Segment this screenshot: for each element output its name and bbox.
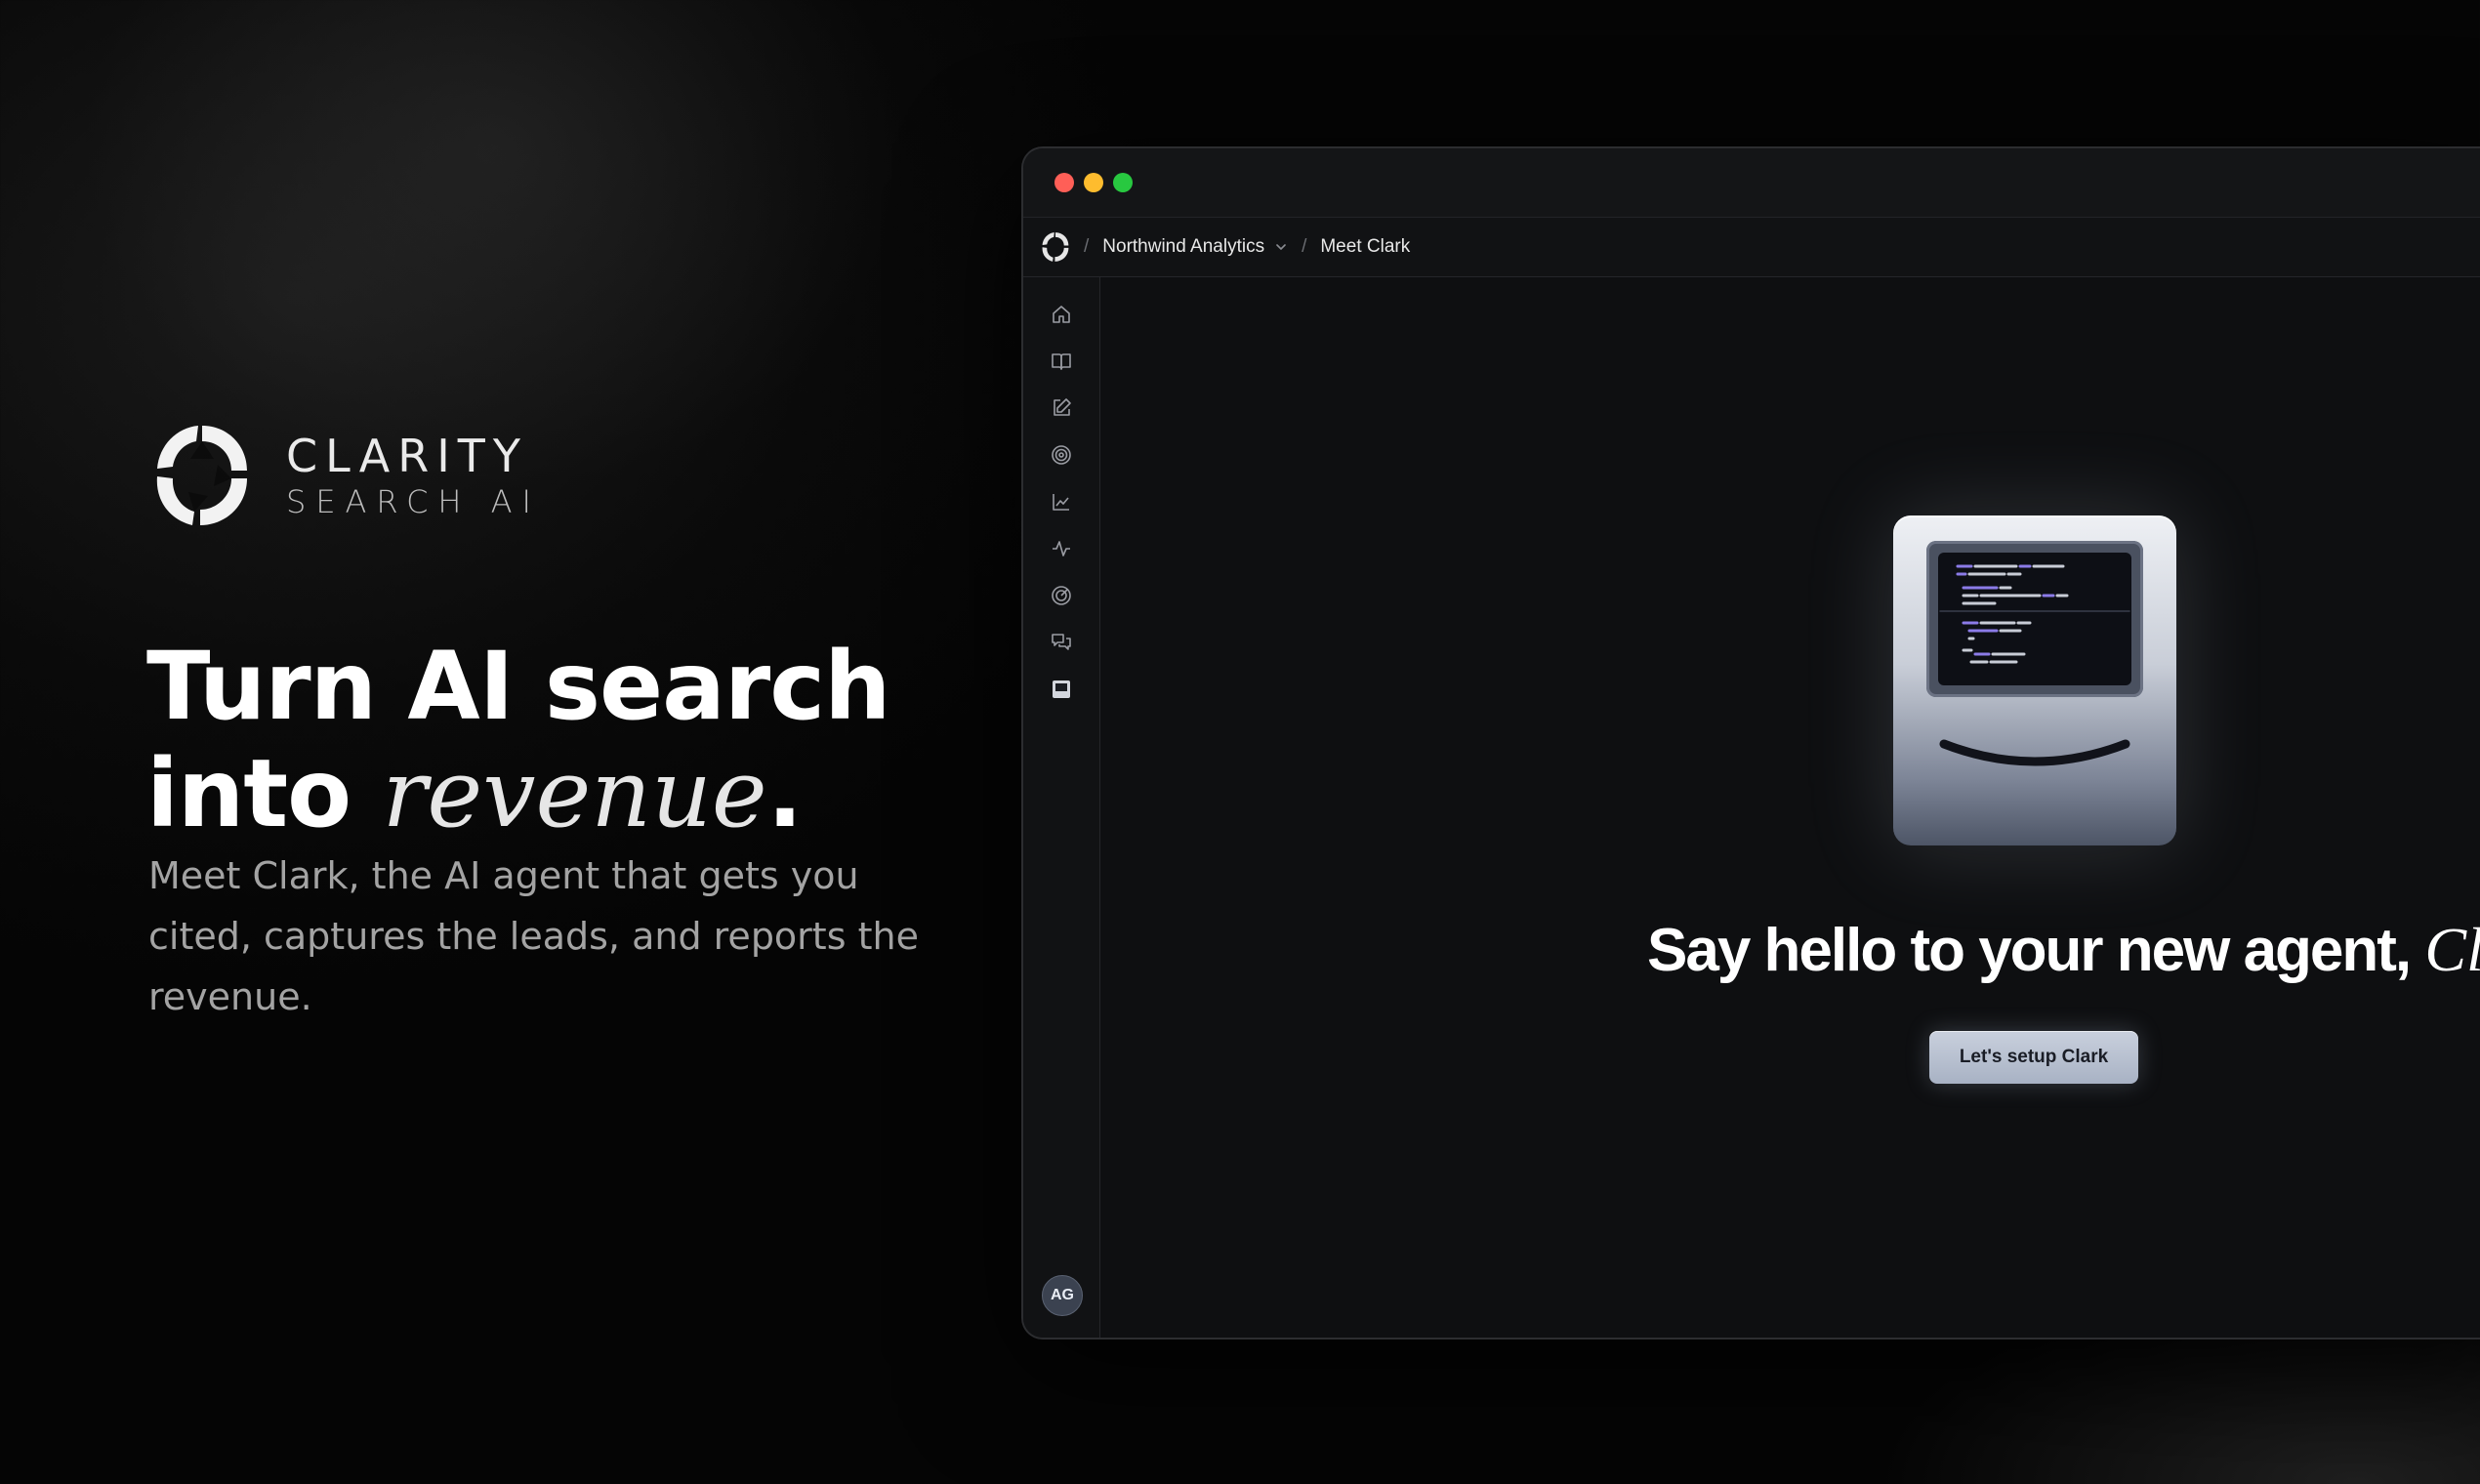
breadcrumb-separator: / xyxy=(1302,236,1307,257)
brand-tagline: SEARCH AI xyxy=(286,483,541,520)
breadcrumb-separator: / xyxy=(1084,236,1090,257)
chart-icon xyxy=(1053,494,1069,511)
headline-accent-word: revenue xyxy=(382,739,767,848)
messages-icon xyxy=(1052,634,1071,650)
sidebar-item-library[interactable] xyxy=(1050,350,1073,373)
sidebar: AG xyxy=(1023,277,1100,1338)
window-titlebar xyxy=(1023,148,2480,218)
app-logo-icon[interactable] xyxy=(1041,231,1070,263)
computer-screen xyxy=(1926,541,2143,697)
breadcrumb-current-page[interactable]: Meet Clark xyxy=(1320,236,1410,258)
minimize-window-button[interactable] xyxy=(1084,173,1103,192)
sidebar-item-activity[interactable] xyxy=(1050,537,1073,560)
clarity-logo-mark-icon xyxy=(156,426,247,525)
code-lines-icon xyxy=(1939,564,2130,664)
sidebar-item-agent[interactable] xyxy=(1050,678,1073,701)
home-icon xyxy=(1053,306,1070,323)
maximize-window-button[interactable] xyxy=(1113,173,1133,192)
sidebar-item-editor[interactable] xyxy=(1050,396,1073,420)
breadcrumb: / Northwind Analytics / Meet Clark xyxy=(1023,218,2480,277)
hero-title-agent-name: Clark xyxy=(2424,915,2480,984)
clark-computer-illustration xyxy=(1893,515,2176,845)
computer-screen-code xyxy=(1938,553,2131,685)
brand-name: CLARITY xyxy=(286,430,528,482)
avatar[interactable]: AG xyxy=(1042,1275,1083,1316)
sidebar-item-home[interactable] xyxy=(1050,303,1073,326)
breadcrumb-org-label: Northwind Analytics xyxy=(1102,236,1265,257)
smile-icon xyxy=(1939,739,2130,766)
book-icon xyxy=(1052,353,1071,370)
chevron-down-icon xyxy=(1276,244,1286,251)
sidebar-item-monitoring[interactable] xyxy=(1050,584,1073,607)
app-window: / Northwind Analytics / Meet Clark AG Sa… xyxy=(1021,146,2480,1340)
hero-headline: Turn AI search into revenue. xyxy=(146,632,890,848)
setup-clark-button[interactable]: Let's setup Clark xyxy=(1929,1031,2138,1084)
breadcrumb-org-switcher[interactable]: Northwind Analytics xyxy=(1102,236,1288,258)
radar-icon xyxy=(1052,586,1071,605)
panel-icon xyxy=(1053,680,1070,698)
hero-title: Say hello to your new agent, Clark. xyxy=(1100,914,2480,986)
brand-logo: CLARITY SEARCH AI xyxy=(153,422,541,529)
sidebar-item-goals[interactable] xyxy=(1050,443,1073,467)
sidebar-item-conversations[interactable] xyxy=(1050,631,1073,654)
headline-line-1: Turn AI search xyxy=(146,632,890,741)
activity-icon xyxy=(1053,541,1070,556)
headline-line-2-prefix: into xyxy=(146,739,383,848)
app-body: AG Say hello to your new agent, Cl Let's… xyxy=(1023,277,2480,1338)
sidebar-item-analytics[interactable] xyxy=(1050,490,1073,514)
hero-subcopy: Meet Clark, the AI agent that gets you c… xyxy=(148,854,919,1018)
close-window-button[interactable] xyxy=(1054,173,1074,192)
headline-period: . xyxy=(766,739,803,848)
hero-title-text: Say hello to your new agent, xyxy=(1647,917,2425,984)
edit-icon xyxy=(1054,398,1071,416)
target-icon xyxy=(1052,445,1071,465)
main-content: Say hello to your new agent, Clark. Let'… xyxy=(1100,277,2480,1338)
